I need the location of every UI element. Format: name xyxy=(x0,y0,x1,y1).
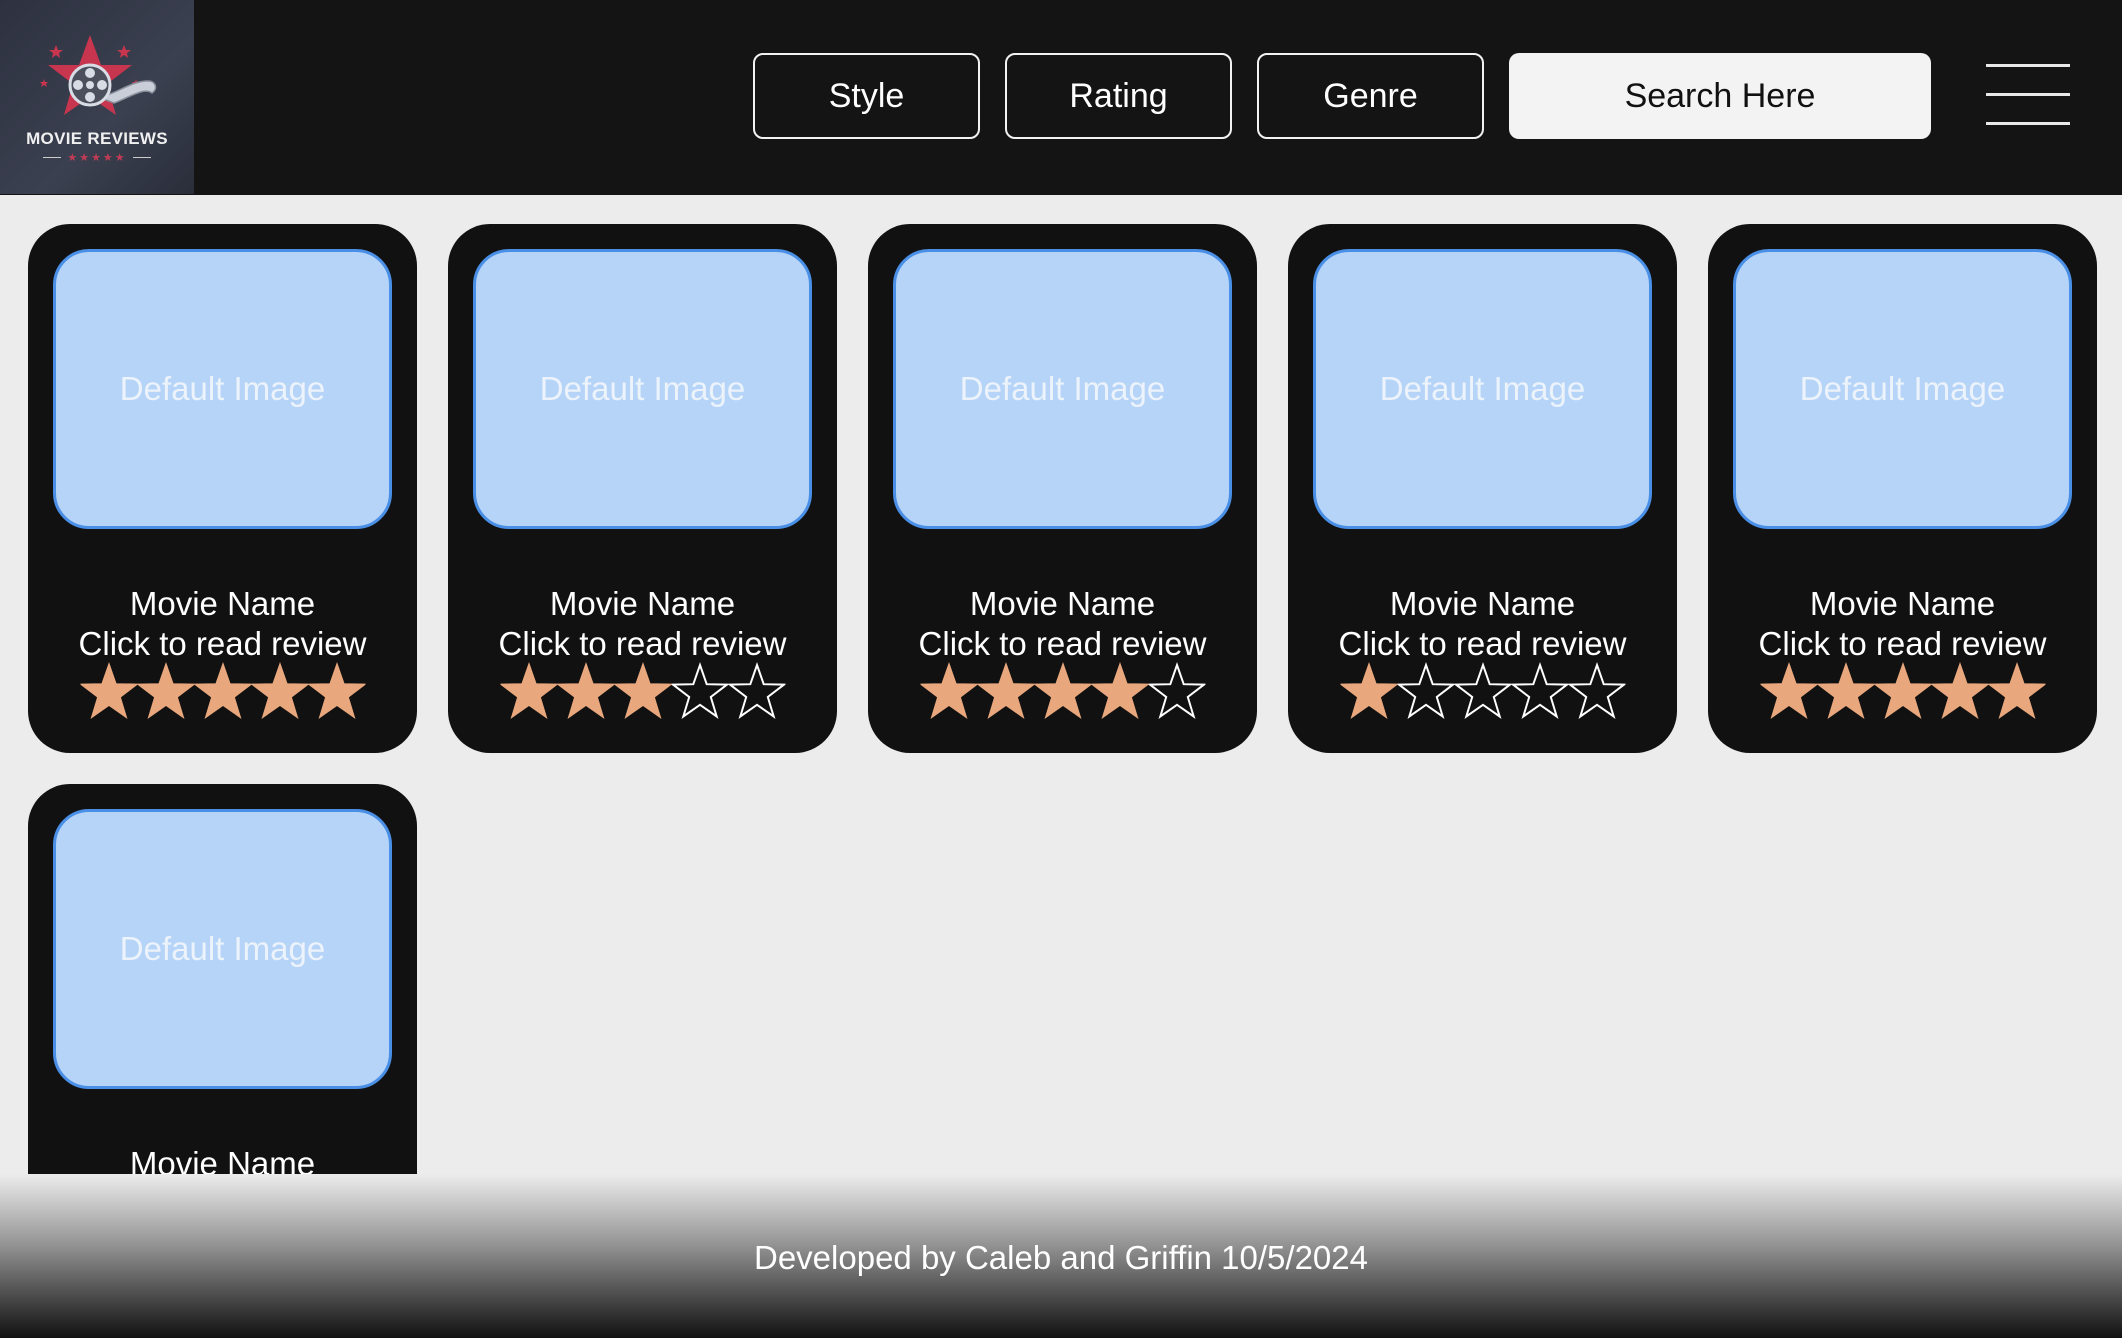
header: MOVIE REVIEWS ★★★★★ Style Rating Genre S… xyxy=(0,0,2122,195)
logo-stars: ★★★★★ xyxy=(43,151,151,164)
star-filled-icon xyxy=(308,661,365,719)
footer-credits: Developed by Caleb and Griffin 10/5/2024 xyxy=(754,1239,1368,1276)
movie-name: Movie Name xyxy=(1389,585,1576,622)
star-rating xyxy=(80,661,365,721)
film-reel-star-icon xyxy=(40,34,157,115)
search-button[interactable]: Search Here xyxy=(1509,53,1931,139)
star-filled-icon xyxy=(500,661,557,719)
movie-image: Default Image xyxy=(1313,249,1652,529)
movie-card[interactable]: Default Image Movie Name Click to read r… xyxy=(1708,224,2097,753)
movie-name: Movie Name xyxy=(1809,585,1996,622)
hamburger-menu-icon[interactable] xyxy=(1986,64,2070,126)
movie-card[interactable]: Default Image Movie Name Click to read r… xyxy=(868,224,1257,753)
star-filled-icon xyxy=(1817,661,1874,719)
movie-name: Movie Name xyxy=(549,585,736,622)
movie-image: Default Image xyxy=(53,809,392,1089)
star-filled-icon xyxy=(977,661,1034,719)
star-filled-icon xyxy=(557,661,614,719)
movie-name: Movie Name xyxy=(969,585,1156,622)
read-review-link[interactable]: Click to read review xyxy=(448,625,837,663)
logo-text: MOVIE REVIEWS xyxy=(26,128,168,148)
star-filled-icon xyxy=(1340,661,1397,719)
star-filled-icon xyxy=(251,661,308,719)
star-filled-icon xyxy=(1988,661,2045,719)
star-filled-icon xyxy=(1760,661,1817,719)
rating-button[interactable]: Rating xyxy=(1005,53,1232,139)
star-empty-icon xyxy=(1148,661,1205,719)
movie-name: Movie Name xyxy=(129,585,316,622)
movie-image: Default Image xyxy=(53,249,392,529)
star-empty-icon xyxy=(1397,661,1454,719)
star-filled-icon xyxy=(80,661,137,719)
star-rating xyxy=(1340,661,1625,721)
logo[interactable]: MOVIE REVIEWS ★★★★★ xyxy=(0,0,194,194)
movie-card[interactable]: Default Image Movie Name Click to read r… xyxy=(28,224,417,753)
star-rating xyxy=(920,661,1205,721)
star-empty-icon xyxy=(671,661,728,719)
style-button[interactable]: Style xyxy=(753,53,980,139)
movie-image: Default Image xyxy=(1733,249,2072,529)
star-rating xyxy=(500,661,785,721)
read-review-link[interactable]: Click to read review xyxy=(868,625,1257,663)
movie-card[interactable]: Default Image Movie Name Click to read r… xyxy=(1288,224,1677,753)
footer: Developed by Caleb and Griffin 10/5/2024 xyxy=(0,1174,2122,1338)
read-review-link[interactable]: Click to read review xyxy=(1288,625,1677,663)
genre-button[interactable]: Genre xyxy=(1257,53,1484,139)
star-filled-icon xyxy=(194,661,251,719)
star-filled-icon xyxy=(614,661,671,719)
star-filled-icon xyxy=(1091,661,1148,719)
star-filled-icon xyxy=(1874,661,1931,719)
star-filled-icon xyxy=(1034,661,1091,719)
star-empty-icon xyxy=(1511,661,1568,719)
star-empty-icon xyxy=(728,661,785,719)
read-review-link[interactable]: Click to read review xyxy=(28,625,417,663)
star-rating xyxy=(1760,661,2045,721)
star-empty-icon xyxy=(1568,661,1625,719)
star-filled-icon xyxy=(137,661,194,719)
star-filled-icon xyxy=(920,661,977,719)
star-filled-icon xyxy=(1931,661,1988,719)
movie-card[interactable]: Default Image Movie Name Click to read r… xyxy=(448,224,837,753)
star-empty-icon xyxy=(1454,661,1511,719)
movie-image: Default Image xyxy=(473,249,812,529)
read-review-link[interactable]: Click to read review xyxy=(1708,625,2097,663)
movie-image: Default Image xyxy=(893,249,1232,529)
